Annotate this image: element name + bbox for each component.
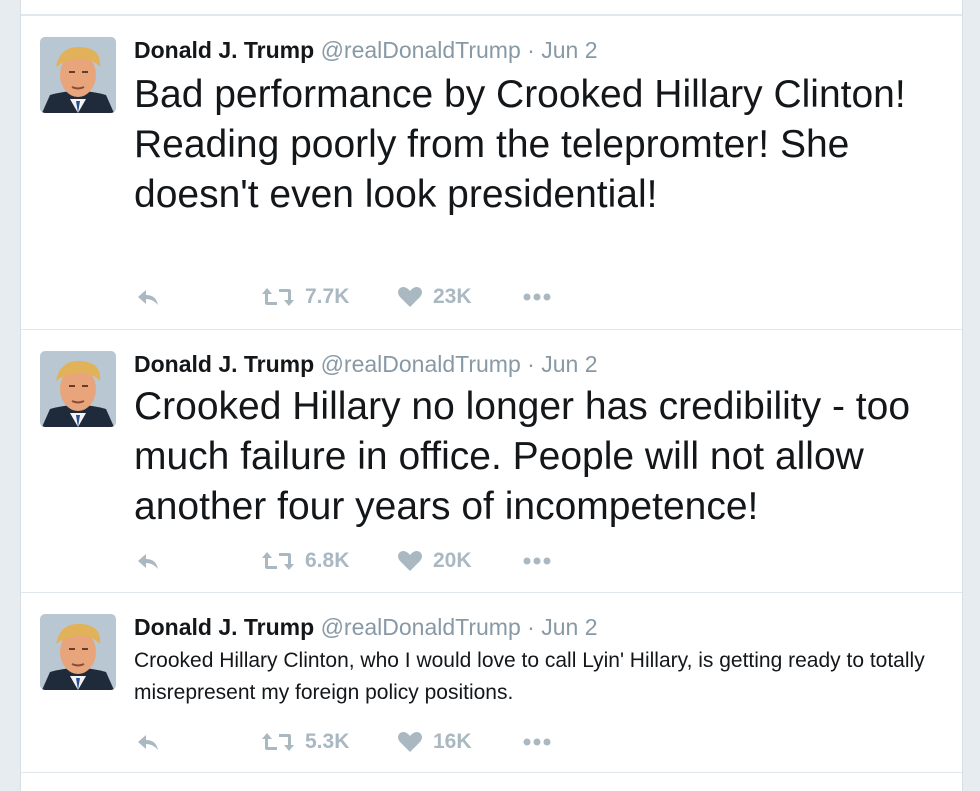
tweet-header: Donald J. Trump @realDonaldTrump · Jun 2 [134,36,597,64]
tweet-1[interactable]: Donald J. Trump @realDonaldTrump · Jun 2… [21,15,962,330]
more-dots-icon [523,557,551,565]
more-button[interactable] [522,282,552,312]
more-button[interactable] [522,546,552,576]
profile-photo [40,37,116,113]
next-tweet-fragment [21,772,962,791]
heart-icon [398,551,422,571]
tweet-actions: 6.8K 20K [134,546,614,576]
reply-button[interactable] [134,546,162,576]
author-name[interactable]: Donald J. Trump [134,614,314,640]
reply-button[interactable] [134,727,162,757]
like-button[interactable]: 16K [397,727,472,757]
heart-icon [398,287,422,307]
retweet-count: 5.3K [305,730,350,753]
retweet-button[interactable]: 5.3K [261,727,349,757]
timestamp[interactable]: Jun 2 [541,37,597,63]
retweet-icon [262,288,294,306]
like-count: 16K [433,730,472,753]
separator: · [527,351,535,377]
tweet-2[interactable]: Donald J. Trump @realDonaldTrump · Jun 2… [21,329,962,593]
timeline: Donald J. Trump @realDonaldTrump · Jun 2… [0,0,980,791]
timestamp[interactable]: Jun 2 [541,351,597,377]
tweet-text: Bad performance by Crooked Hillary Clint… [134,73,906,216]
author-handle[interactable]: @realDonaldTrump [321,37,521,63]
avatar[interactable] [40,614,116,690]
like-button[interactable]: 23K [397,282,472,312]
retweet-count: 7.7K [305,285,350,308]
tweet-3[interactable]: Donald J. Trump @realDonaldTrump · Jun 2… [21,592,962,773]
retweet-button[interactable]: 6.8K [261,546,349,576]
reply-icon [138,290,158,305]
tweet-actions: 5.3K 16K [134,727,614,757]
tweet-header: Donald J. Trump @realDonaldTrump · Jun 2 [134,613,597,641]
retweet-count: 6.8K [305,549,350,572]
retweet-icon [262,733,294,751]
more-dots-icon [523,293,551,301]
more-button[interactable] [522,727,552,757]
previous-tweet-fragment [21,0,962,15]
author-name[interactable]: Donald J. Trump [134,351,314,377]
like-count: 23K [433,285,472,308]
heart-icon [398,732,422,752]
more-dots-icon [523,738,551,746]
retweet-button[interactable]: 7.7K [261,282,349,312]
timestamp[interactable]: Jun 2 [541,614,597,640]
tweet-text: Crooked Hillary Clinton, who I would lov… [134,649,925,704]
avatar[interactable] [40,37,116,113]
author-handle[interactable]: @realDonaldTrump [321,351,521,377]
retweet-icon [262,552,294,570]
author-handle[interactable]: @realDonaldTrump [321,614,521,640]
tweet-text: Crooked Hillary no longer has credibilit… [134,385,911,528]
avatar[interactable] [40,351,116,427]
reply-icon [138,554,158,569]
profile-photo [40,351,116,427]
author-name[interactable]: Donald J. Trump [134,37,314,63]
like-count: 20K [433,549,472,572]
timeline-border-right [962,0,963,791]
separator: · [527,37,535,63]
reply-button[interactable] [134,282,162,312]
separator: · [527,614,535,640]
tweet-header: Donald J. Trump @realDonaldTrump · Jun 2 [134,350,597,378]
profile-photo [40,614,116,690]
tweet-actions: 7.7K 23K [134,282,614,312]
reply-icon [138,735,158,750]
like-button[interactable]: 20K [397,546,472,576]
